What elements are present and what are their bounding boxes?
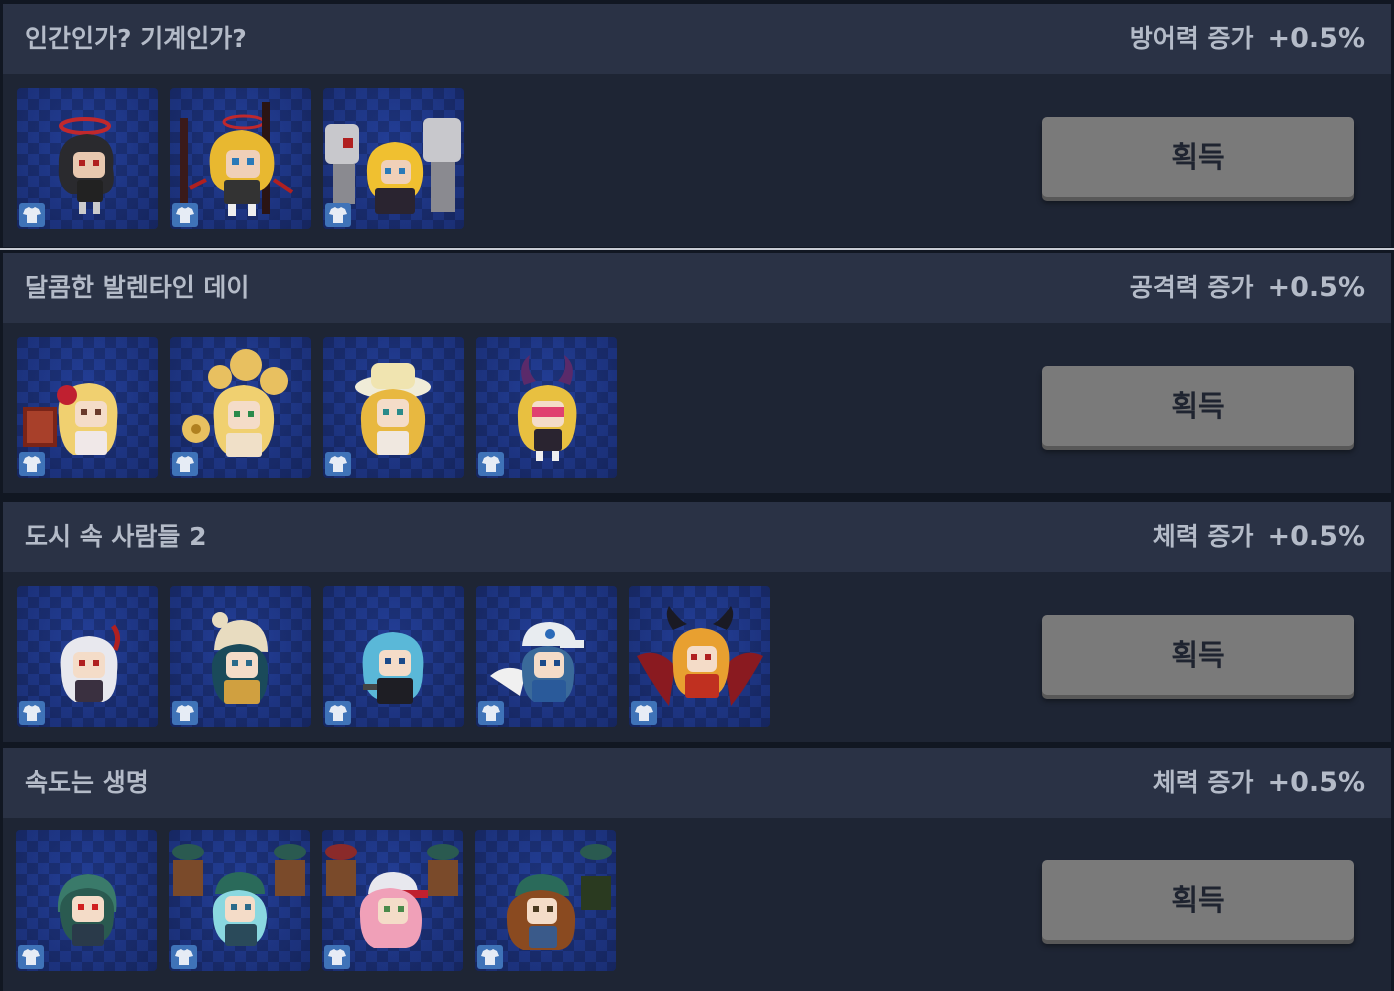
costume-item[interactable] (17, 586, 158, 727)
costume-set-panel: 도시 속 사람들 2 체력 증가 +0.5% 획득 (3, 502, 1391, 742)
bonus-value: +0.5% (1267, 521, 1365, 552)
costume-item[interactable] (629, 586, 770, 727)
costume-item[interactable] (323, 337, 464, 478)
acquire-button[interactable]: 획득 (1042, 117, 1354, 197)
costume-item[interactable] (17, 337, 158, 478)
costume-item[interactable] (170, 88, 311, 229)
set-bonus: 체력 증가 +0.5% (1153, 748, 1365, 818)
costume-shirt-icon (478, 701, 504, 725)
panel-header: 인간인가? 기계인가? 방어력 증가 +0.5% (3, 4, 1391, 74)
acquire-button[interactable]: 획득 (1042, 860, 1354, 940)
costume-item[interactable] (16, 830, 157, 971)
set-title: 달콤한 발렌타인 데이 (25, 273, 250, 302)
costume-item[interactable] (170, 586, 311, 727)
costume-item[interactable] (170, 337, 311, 478)
set-bonus: 공격력 증가 +0.5% (1130, 253, 1365, 323)
costume-item[interactable] (476, 337, 617, 478)
costume-shirt-icon (325, 203, 351, 227)
costume-shirt-icon (172, 452, 198, 476)
costume-shirt-icon (324, 945, 350, 969)
costume-item[interactable] (322, 830, 463, 971)
acquire-button[interactable]: 획득 (1042, 366, 1354, 446)
bonus-stat: 공격력 증가 (1129, 273, 1254, 302)
costume-item[interactable] (475, 830, 616, 971)
acquire-button[interactable]: 획득 (1042, 615, 1354, 695)
costume-shirt-icon (19, 701, 45, 725)
costume-shirt-icon (631, 701, 657, 725)
costume-item[interactable] (476, 586, 617, 727)
costume-set-panel: 속도는 생명 체력 증가 +0.5% 획득 (3, 748, 1391, 991)
bonus-stat: 방어력 증가 (1129, 24, 1254, 53)
bonus-stat: 체력 증가 (1152, 522, 1254, 551)
bonus-value: +0.5% (1267, 272, 1365, 303)
costume-shirt-icon (477, 945, 503, 969)
bonus-value: +0.5% (1267, 23, 1365, 54)
set-title: 도시 속 사람들 2 (25, 522, 207, 551)
costume-item[interactable] (17, 88, 158, 229)
costume-set-panel: 인간인가? 기계인가? 방어력 증가 +0.5% 획득 (3, 4, 1391, 247)
costume-shirt-icon (171, 945, 197, 969)
costume-shirt-icon (478, 452, 504, 476)
costume-set-panel: 달콤한 발렌타인 데이 공격력 증가 +0.5% 획득 (3, 253, 1391, 493)
bonus-value: +0.5% (1267, 767, 1365, 798)
set-title: 속도는 생명 (25, 768, 149, 797)
costume-shirt-icon (325, 452, 351, 476)
panel-header: 달콤한 발렌타인 데이 공격력 증가 +0.5% (3, 253, 1391, 323)
costume-item[interactable] (169, 830, 310, 971)
divider (0, 248, 1394, 250)
costume-shirt-icon (325, 701, 351, 725)
costume-shirt-icon (172, 203, 198, 227)
panel-header: 도시 속 사람들 2 체력 증가 +0.5% (3, 502, 1391, 572)
set-bonus: 방어력 증가 +0.5% (1130, 4, 1365, 74)
panel-header: 속도는 생명 체력 증가 +0.5% (3, 748, 1391, 818)
costume-shirt-icon (19, 203, 45, 227)
set-bonus: 체력 증가 +0.5% (1153, 502, 1365, 572)
set-title: 인간인가? 기계인가? (25, 24, 247, 53)
costume-item[interactable] (323, 88, 464, 229)
costume-item[interactable] (323, 586, 464, 727)
costume-shirt-icon (172, 701, 198, 725)
costume-shirt-icon (18, 945, 44, 969)
bonus-stat: 체력 증가 (1152, 768, 1254, 797)
costume-shirt-icon (19, 452, 45, 476)
